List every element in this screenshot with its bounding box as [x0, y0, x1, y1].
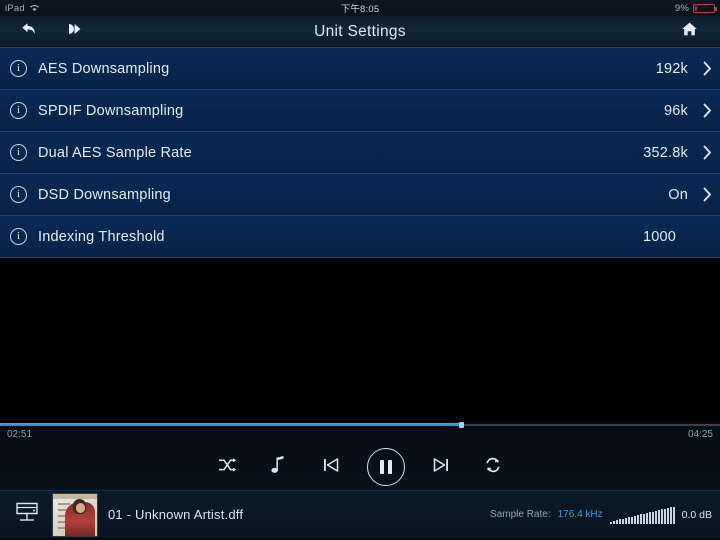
volume-bar — [639, 514, 642, 524]
volume-bar — [630, 516, 633, 524]
next-track-icon — [431, 455, 451, 480]
bottom-bar: 01 - Unknown Artist.dff Sample Rate: 176… — [0, 490, 720, 538]
progress-fill — [0, 423, 461, 426]
volume-bar — [645, 512, 648, 524]
sample-rate-value: 176.4 kHz — [557, 509, 603, 520]
volume-bar — [672, 506, 675, 524]
sample-rate-label: Sample Rate: — [490, 509, 551, 520]
volume-bar — [609, 521, 612, 524]
volume-bar — [615, 520, 618, 524]
volume-bar — [621, 518, 624, 524]
settings-row-label: Indexing Threshold — [38, 228, 165, 245]
status-bar-right: 9% — [674, 2, 717, 14]
volume-bar — [654, 510, 657, 524]
settings-row-indexing-threshold[interactable]: i Indexing Threshold 1000 — [0, 216, 720, 258]
repeat-button[interactable] — [467, 445, 519, 489]
volume-bar — [618, 519, 621, 524]
pause-icon — [380, 460, 392, 474]
monitor-button[interactable] — [10, 498, 44, 532]
player-panel: 02:51 04:25 — [0, 422, 720, 490]
volume-bar — [660, 509, 663, 524]
settings-row-value: 192k — [655, 60, 688, 77]
bottom-bar-right: Sample Rate: 176.4 kHz 0.0 dB — [490, 506, 712, 524]
music-note-button[interactable] — [253, 445, 305, 489]
settings-list: i AES Downsampling 192k i SPDIF Downsamp… — [0, 48, 720, 258]
previous-track-icon — [321, 455, 341, 480]
settings-row-label: DSD Downsampling — [38, 186, 171, 203]
artwork-face — [76, 502, 85, 513]
volume-bar — [624, 517, 627, 524]
volume-db-label: 0.0 dB — [681, 508, 712, 521]
home-icon — [681, 21, 698, 42]
volume-bar — [612, 520, 615, 524]
volume-bar — [666, 507, 669, 524]
settings-row-spdif-downsampling[interactable]: i SPDIF Downsampling 96k — [0, 90, 720, 132]
battery-percent-label: 9% — [674, 2, 689, 14]
info-icon[interactable]: i — [10, 144, 27, 161]
settings-row-value: On — [668, 186, 688, 203]
settings-row-value: 96k — [664, 102, 688, 119]
info-icon[interactable]: i — [10, 228, 27, 245]
home-button[interactable] — [674, 17, 704, 47]
info-icon[interactable]: i — [10, 60, 27, 77]
previous-track-button[interactable] — [305, 445, 357, 489]
volume-bar — [657, 510, 660, 524]
info-icon[interactable]: i — [10, 102, 27, 119]
settings-row-label: AES Downsampling — [38, 60, 170, 77]
chevron-right-icon — [694, 145, 720, 160]
settings-row-value: 1000 — [642, 228, 676, 245]
elapsed-time: 02:51 — [7, 429, 33, 440]
status-bar-clock: 下午8:05 — [340, 4, 380, 15]
artwork-stage — [0, 258, 720, 422]
settings-row-label: Dual AES Sample Rate — [38, 144, 192, 161]
monitor-icon — [12, 497, 42, 532]
chevron-right-icon — [694, 61, 720, 76]
volume-bar — [627, 517, 630, 524]
volume-level-icon[interactable] — [609, 506, 675, 524]
battery-icon — [693, 3, 717, 13]
transport-controls — [0, 444, 720, 490]
volume-bar — [669, 507, 672, 524]
status-bar: iPad 下午8:05 9% — [0, 0, 720, 16]
volume-bar — [648, 512, 651, 524]
navigation-bar: Unit Settings — [0, 16, 720, 48]
volume-bar — [651, 511, 654, 524]
chevron-right-icon — [694, 187, 720, 202]
play-pause-circle — [367, 448, 405, 486]
settings-row-aes-downsampling[interactable]: i AES Downsampling 192k — [0, 48, 720, 90]
next-track-button[interactable] — [415, 445, 467, 489]
app-root: iPad 下午8:05 9% Unit Settings i AES Downs… — [0, 0, 720, 540]
settings-row-dual-aes-sample-rate[interactable]: i Dual AES Sample Rate 352.8k — [0, 132, 720, 174]
volume-bar — [642, 513, 645, 524]
page-title: Unit Settings — [314, 22, 406, 40]
volume-bar — [636, 515, 639, 524]
settings-row-dsd-downsampling[interactable]: i DSD Downsampling On — [0, 174, 720, 216]
remaining-time: 04:25 — [687, 429, 713, 440]
settings-row-label: SPDIF Downsampling — [38, 102, 184, 119]
album-artwork[interactable] — [52, 492, 98, 537]
shuffle-icon — [217, 457, 237, 478]
info-icon[interactable]: i — [10, 186, 27, 203]
play-pause-button[interactable] — [357, 445, 415, 489]
volume-bar — [633, 515, 636, 524]
shuffle-button[interactable] — [201, 445, 253, 489]
music-note-icon — [271, 455, 287, 480]
artwork-top-strip — [53, 493, 97, 499]
time-row: 02:51 04:25 — [0, 428, 720, 444]
repeat-icon — [484, 456, 502, 479]
volume-bar — [663, 508, 666, 524]
settings-row-value: 352.8k — [643, 144, 688, 161]
chevron-right-icon — [694, 103, 720, 118]
